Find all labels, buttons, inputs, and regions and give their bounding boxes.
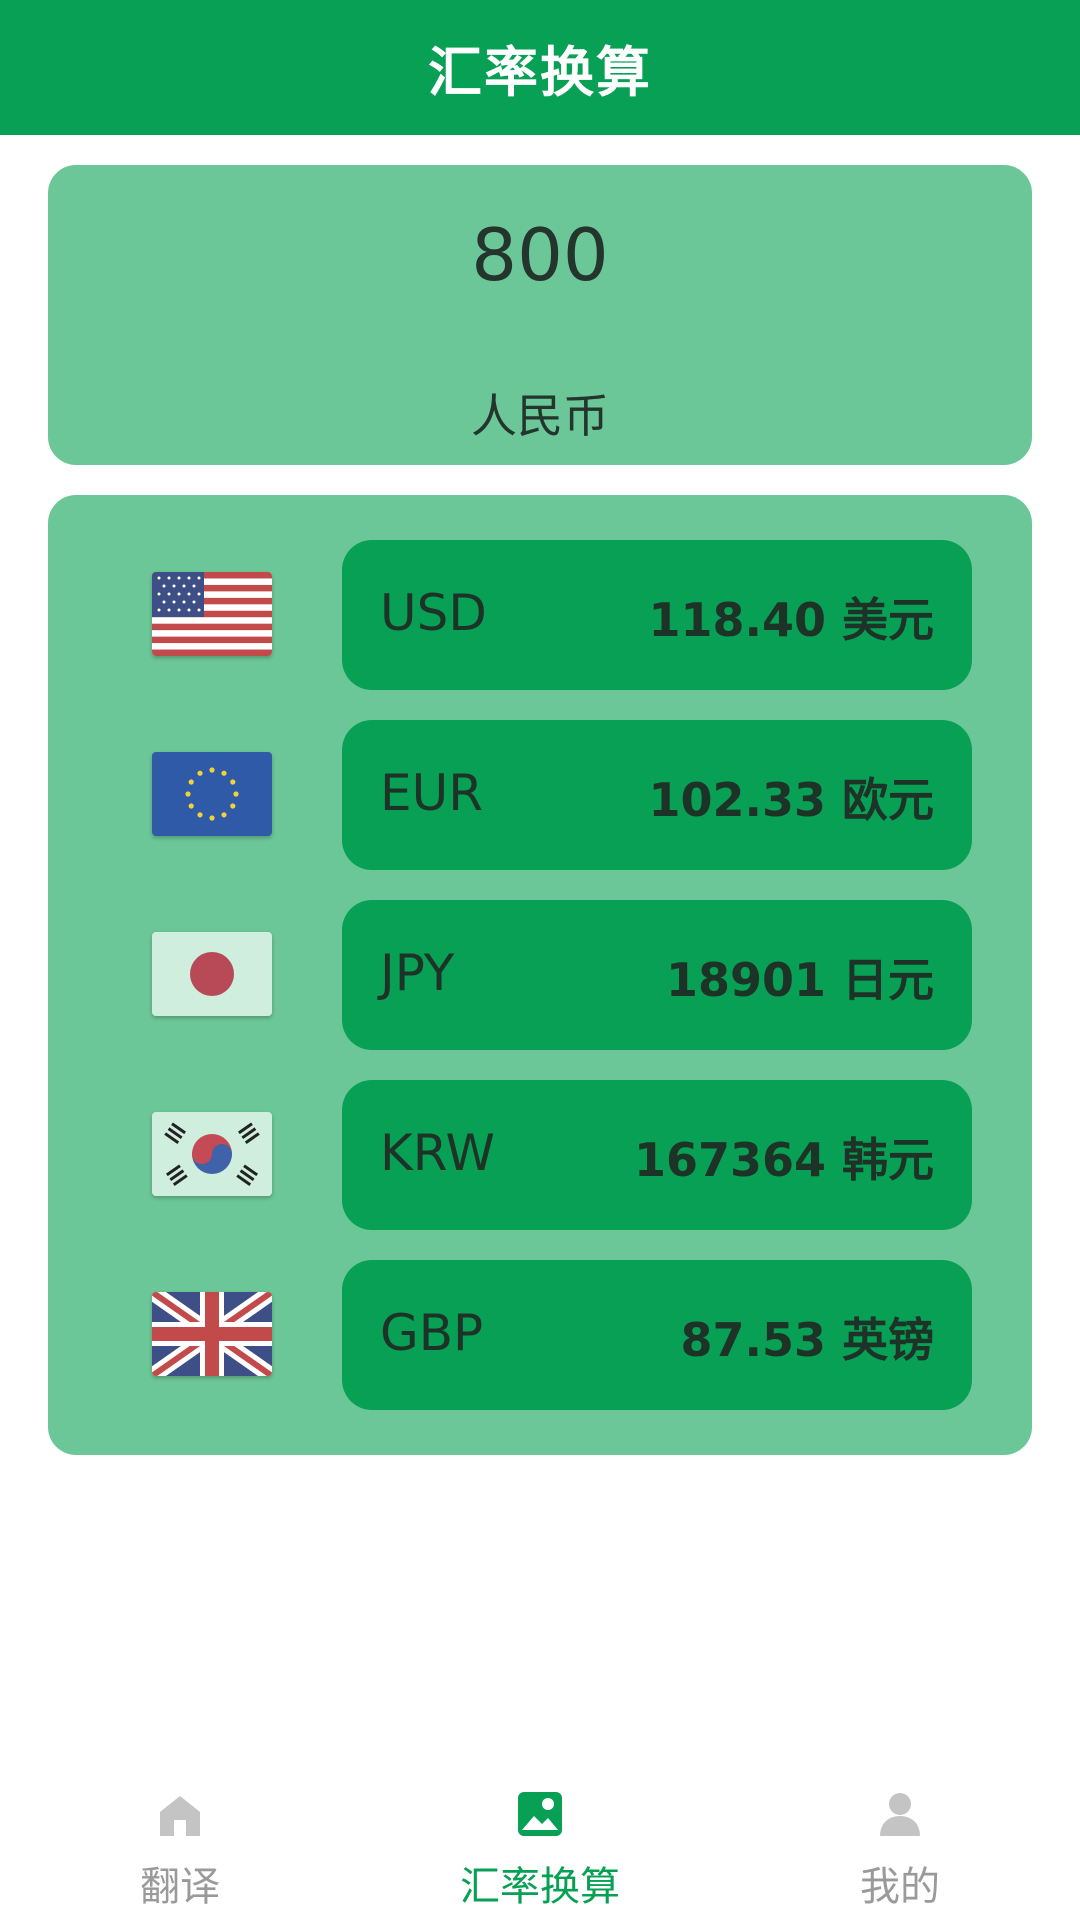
currency-code: GBP bbox=[380, 1304, 484, 1362]
nav-label: 我的 bbox=[860, 1864, 940, 1910]
image-icon bbox=[518, 1792, 562, 1836]
rate-row-jpy: JPY 18901 日元 bbox=[48, 900, 1032, 1050]
nav-label: 翻译 bbox=[140, 1864, 220, 1910]
rate-row-usd: USD 118.40 美元 bbox=[48, 540, 1032, 690]
base-currency-label: 人民币 bbox=[471, 389, 609, 443]
currency-code: JPY bbox=[380, 944, 455, 1002]
rates-card: USD 118.40 美元 EUR 102.33 欧元 JPY 18901 日元… bbox=[48, 495, 1032, 1455]
rate-pill-usd[interactable]: USD 118.40 美元 bbox=[342, 540, 972, 690]
nav-label: 汇率换算 bbox=[460, 1864, 620, 1910]
rate-pill-krw[interactable]: KRW 167364 韩元 bbox=[342, 1080, 972, 1230]
converted-value: 167364 韩元 bbox=[633, 1133, 934, 1187]
bottom-nav: 翻译 汇率换算 我的 bbox=[0, 1770, 1080, 1920]
nav-item-profile[interactable]: 我的 bbox=[720, 1770, 1080, 1920]
converted-value: 118.40 美元 bbox=[648, 593, 934, 647]
currency-code: EUR bbox=[380, 764, 483, 822]
page-title: 汇率换算 bbox=[428, 41, 652, 104]
gb-flag-icon bbox=[152, 1292, 272, 1376]
rate-pill-gbp[interactable]: GBP 87.53 英镑 bbox=[342, 1260, 972, 1410]
currency-code: USD bbox=[380, 584, 487, 642]
kr-flag-icon bbox=[152, 1112, 272, 1196]
rate-pill-eur[interactable]: EUR 102.33 欧元 bbox=[342, 720, 972, 870]
person-icon bbox=[880, 1793, 920, 1836]
rate-row-krw: KRW 167364 韩元 bbox=[48, 1080, 1032, 1230]
amount-card[interactable]: 800 人民币 bbox=[48, 165, 1032, 465]
amount-value[interactable]: 800 bbox=[48, 213, 1032, 297]
converted-value: 18901 日元 bbox=[665, 953, 934, 1007]
home-icon bbox=[160, 1796, 200, 1836]
app-header: 汇率换算 bbox=[0, 0, 1080, 135]
converted-value: 87.53 英镑 bbox=[680, 1313, 934, 1367]
nav-item-exchange[interactable]: 汇率换算 bbox=[360, 1770, 720, 1920]
rate-row-gbp: GBP 87.53 英镑 bbox=[48, 1260, 1032, 1410]
jp-flag-icon bbox=[152, 932, 272, 1016]
rate-row-eur: EUR 102.33 欧元 bbox=[48, 720, 1032, 870]
nav-item-translate[interactable]: 翻译 bbox=[0, 1770, 360, 1920]
us-flag-icon bbox=[152, 572, 272, 656]
rate-pill-jpy[interactable]: JPY 18901 日元 bbox=[342, 900, 972, 1050]
converted-value: 102.33 欧元 bbox=[648, 773, 934, 827]
currency-code: KRW bbox=[380, 1124, 495, 1182]
eu-flag-icon bbox=[152, 752, 272, 836]
